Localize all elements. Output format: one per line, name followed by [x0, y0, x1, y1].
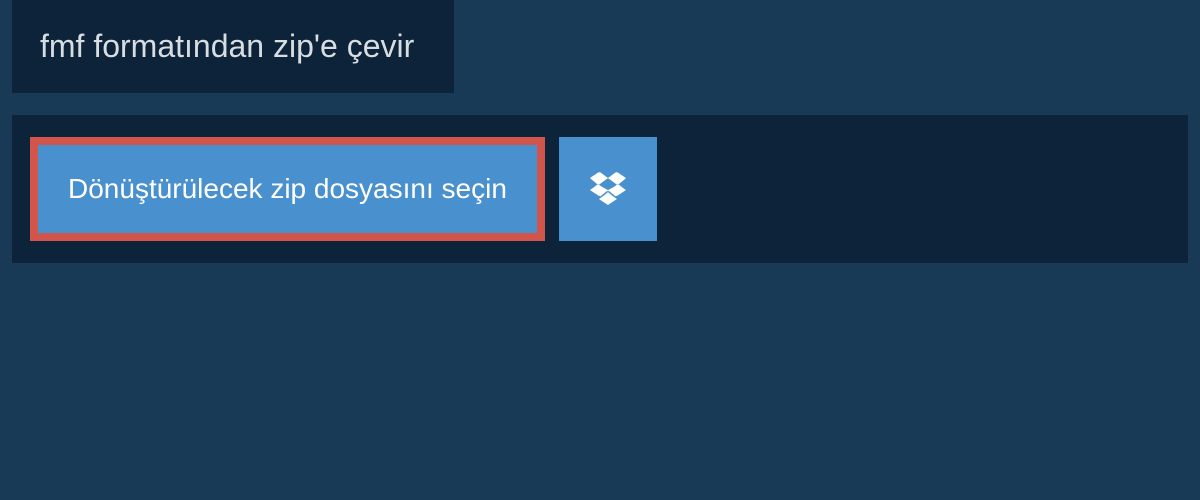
choose-file-button[interactable]: Dönüştürülecek zip dosyasını seçin: [30, 137, 545, 241]
header-tab: fmf formatından zip'e çevir: [12, 0, 454, 93]
button-row: Dönüştürülecek zip dosyasını seçin: [30, 137, 1170, 241]
dropbox-button[interactable]: [559, 137, 657, 241]
upload-panel: Dönüştürülecek zip dosyasını seçin: [12, 115, 1188, 263]
choose-file-label: Dönüştürülecek zip dosyasını seçin: [68, 173, 507, 204]
page-title: fmf formatından zip'e çevir: [40, 28, 414, 65]
dropbox-icon: [588, 169, 628, 209]
